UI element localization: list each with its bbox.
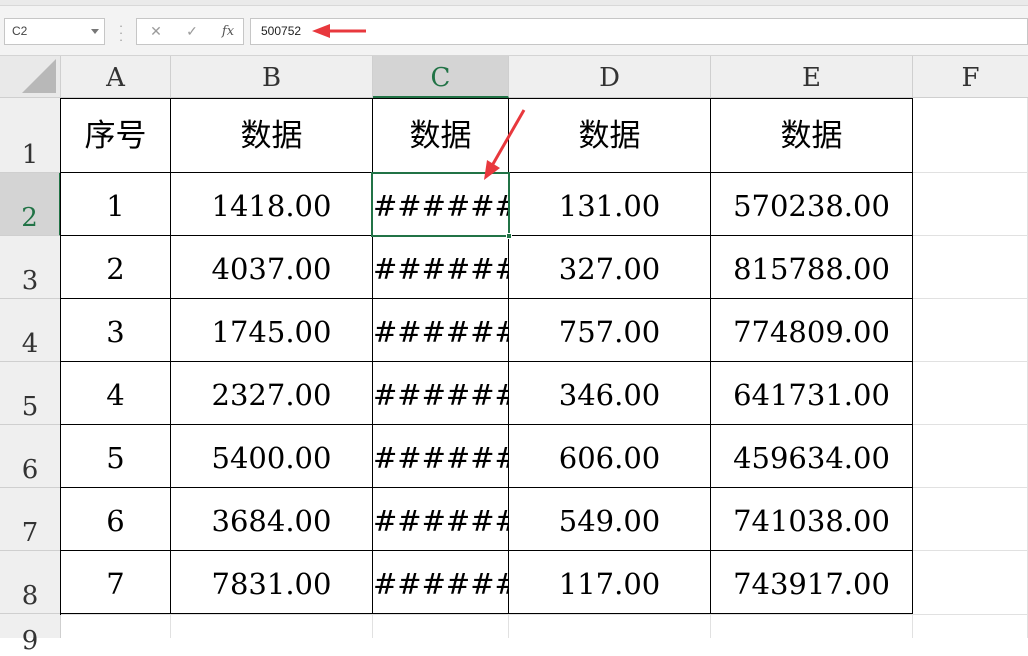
annotation-arrow-formula — [312, 24, 366, 38]
annotation-arrow-cell — [484, 109, 526, 180]
annotation-overlay — [312, 24, 526, 180]
